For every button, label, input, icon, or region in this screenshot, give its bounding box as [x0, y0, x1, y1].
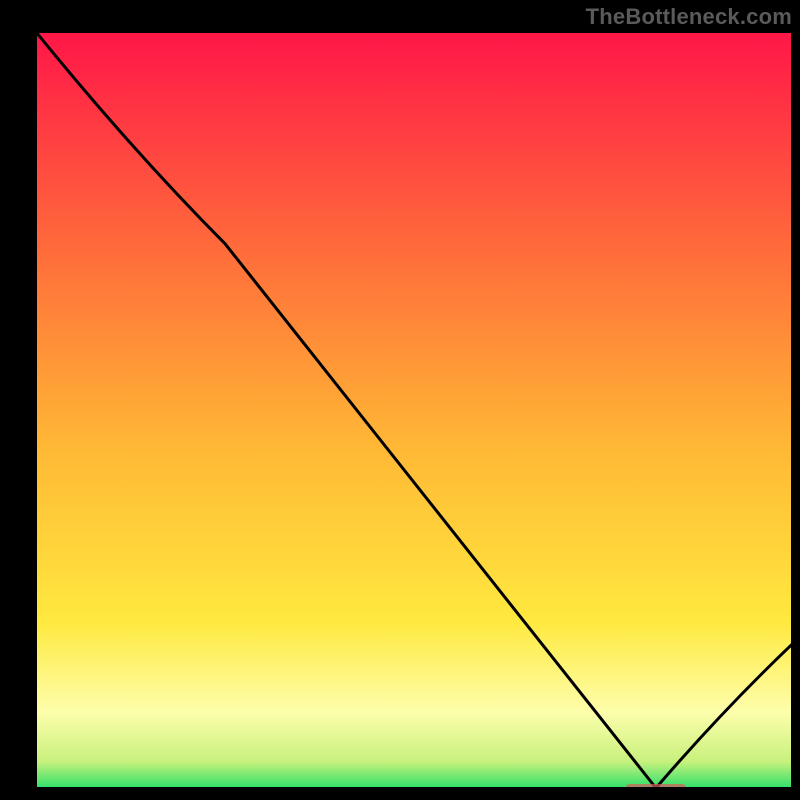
chart-container: TheBottleneck.com: [0, 0, 800, 800]
bottleneck-chart: [0, 0, 800, 800]
plot-background: [36, 32, 792, 788]
